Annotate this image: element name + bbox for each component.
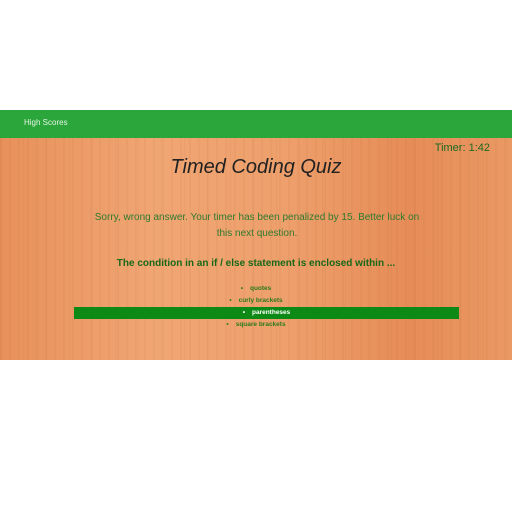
choice-label: parentheses bbox=[251, 309, 291, 316]
top-navbar: High Scores bbox=[0, 110, 512, 139]
high-scores-link[interactable]: High Scores bbox=[24, 118, 68, 127]
bullet-icon: • bbox=[242, 309, 245, 316]
choice-label: quotes bbox=[249, 285, 272, 292]
choice-curly-brackets[interactable]: • curly brackets bbox=[0, 295, 512, 307]
timer-display: Timer: 1:42 bbox=[434, 142, 490, 154]
question-text: The condition in an if / else statement … bbox=[116, 258, 396, 269]
quiz-panel: Timer: 1:42 Timed Coding Quiz Sorry, wro… bbox=[0, 138, 512, 360]
choice-parentheses[interactable]: • parentheses bbox=[74, 307, 459, 319]
bullet-icon: • bbox=[229, 297, 232, 304]
choice-label: curly brackets bbox=[238, 297, 283, 304]
bullet-icon: • bbox=[240, 285, 243, 292]
blank-top-area bbox=[0, 0, 512, 110]
page-title: Timed Coding Quiz bbox=[170, 156, 342, 178]
answer-choices-list: • quotes • curly brackets • parentheses • sq… bbox=[0, 283, 512, 331]
choice-square-brackets[interactable]: • square brackets bbox=[0, 319, 512, 331]
answer-feedback-message: Sorry, wrong answer. Your timer has been… bbox=[94, 212, 420, 239]
choice-quotes[interactable]: • quotes bbox=[0, 283, 512, 295]
bullet-icon: • bbox=[226, 321, 229, 328]
choice-label: square brackets bbox=[235, 321, 286, 328]
